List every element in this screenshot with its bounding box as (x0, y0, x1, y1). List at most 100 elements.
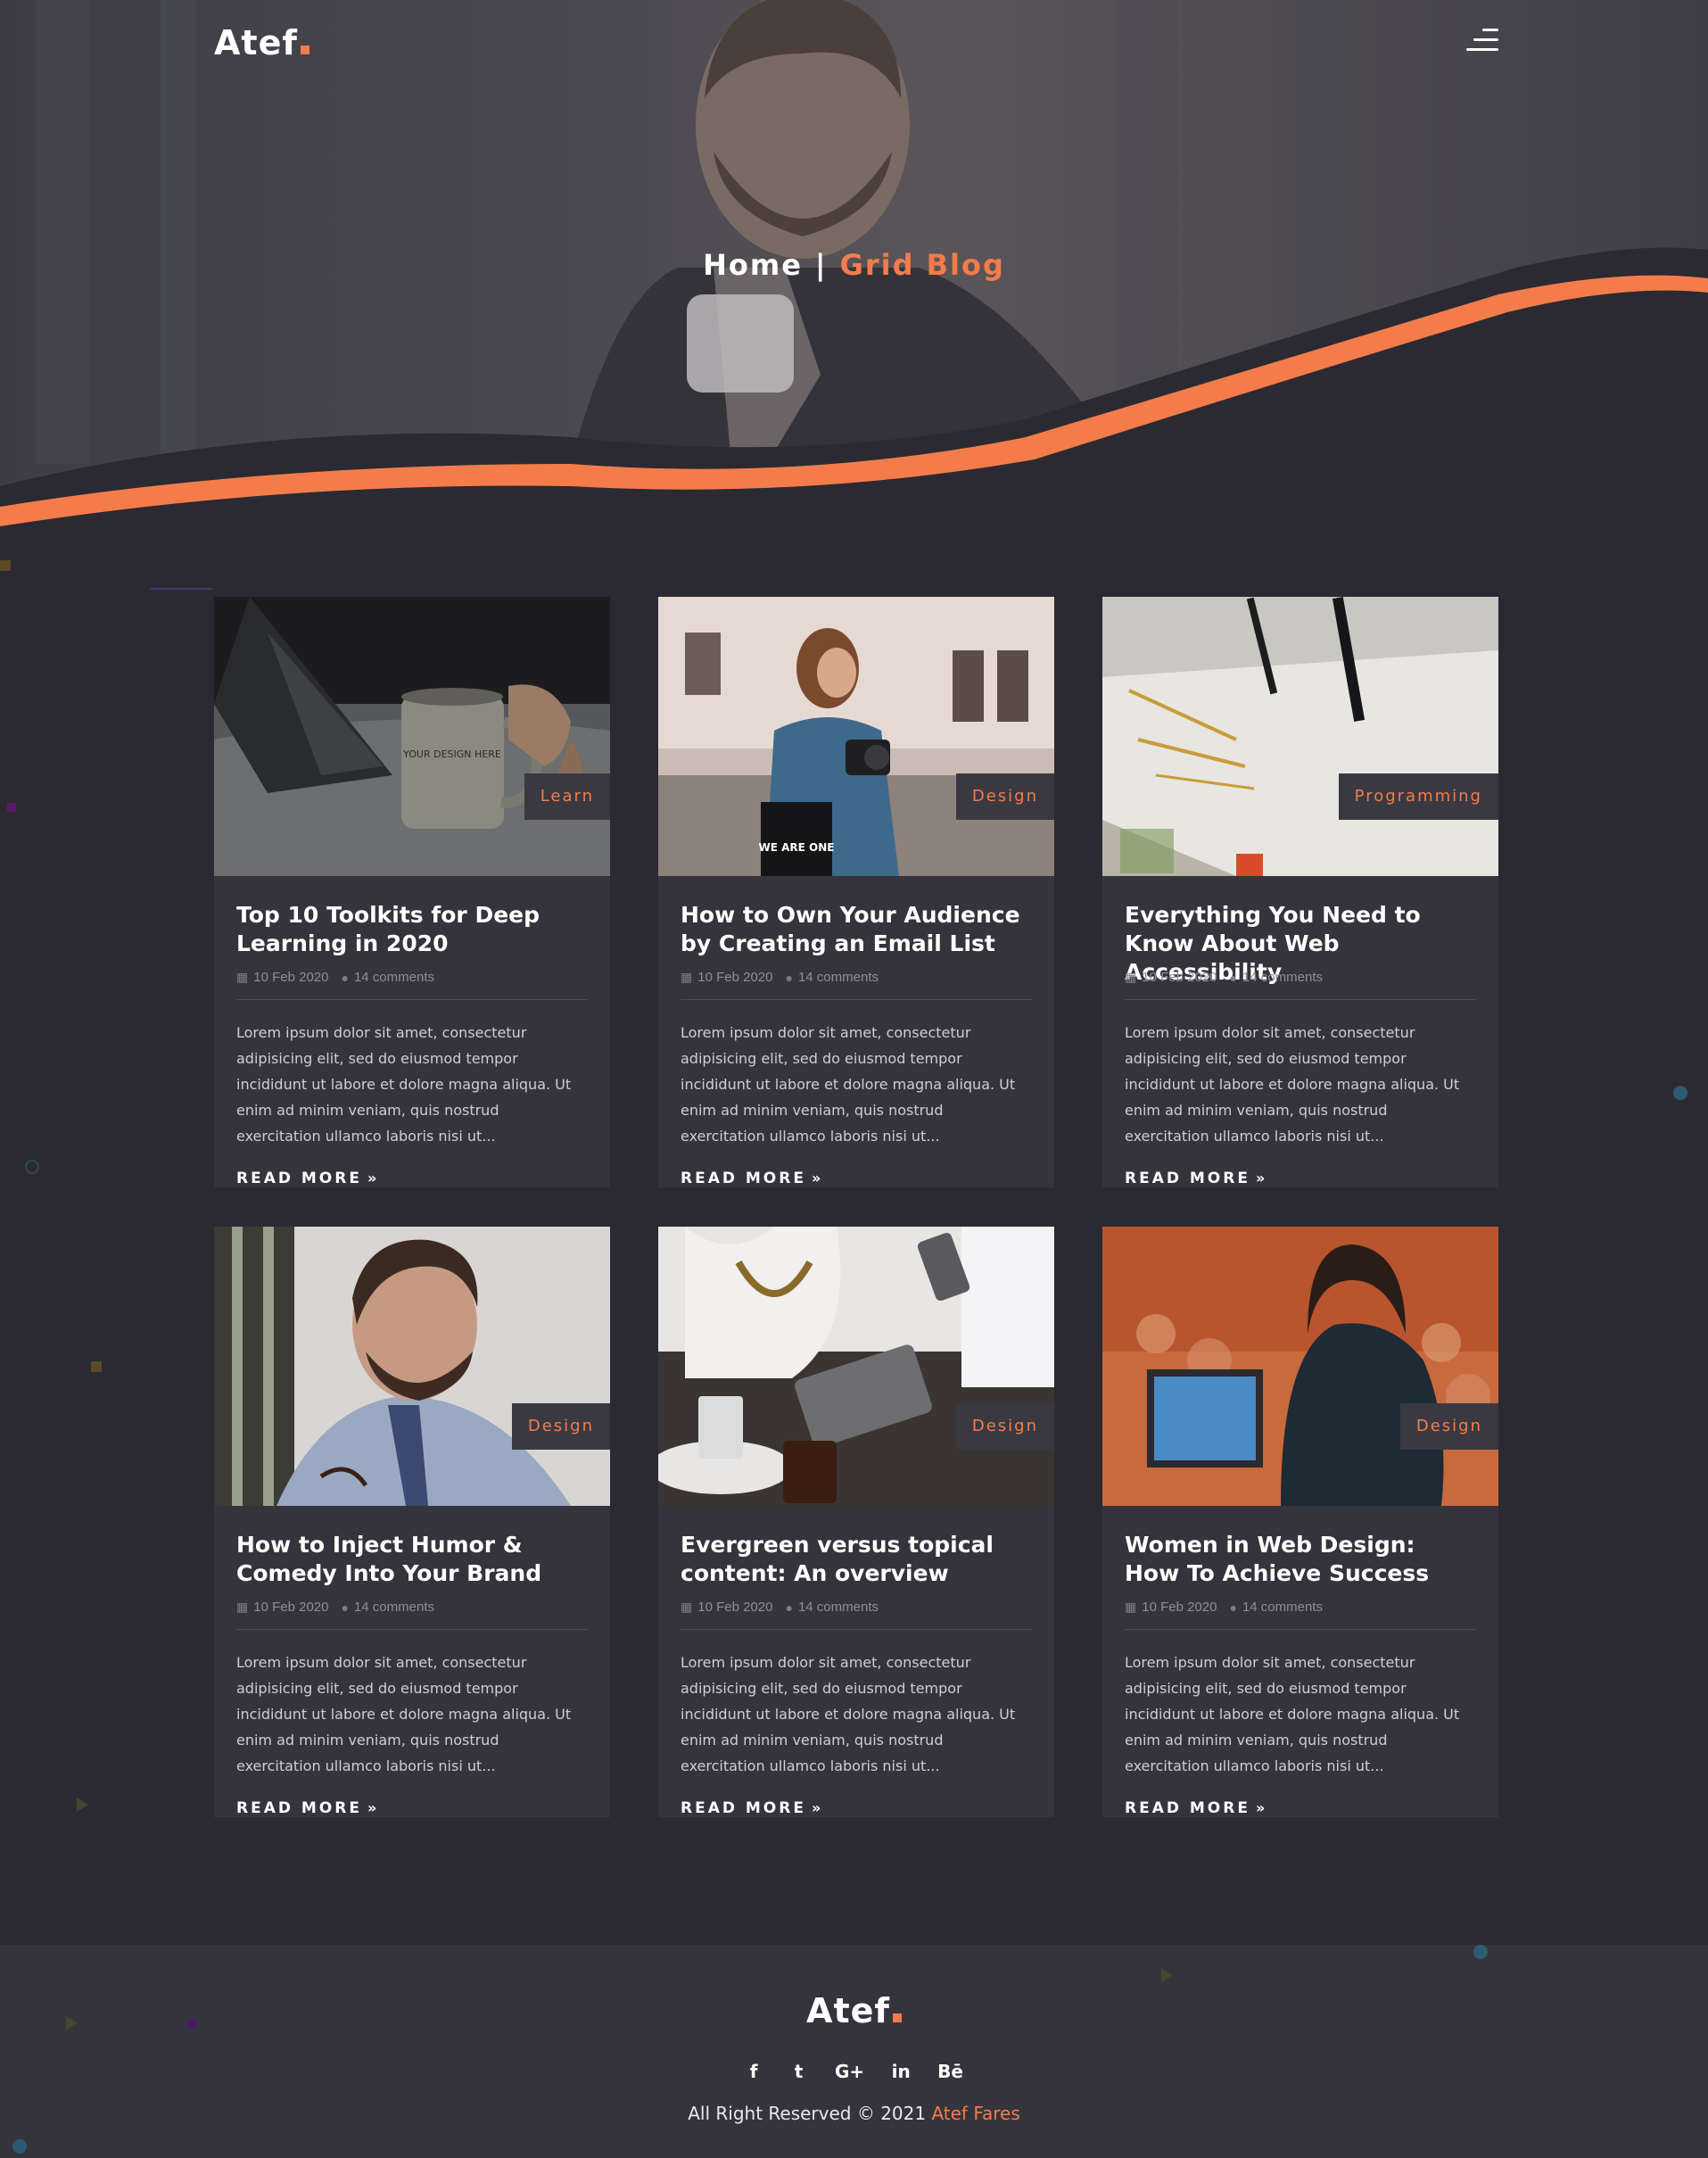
read-more-link[interactable]: READ MORE » (236, 1170, 379, 1187)
post-title[interactable]: Evergreen versus topical content: An ove… (681, 1531, 1032, 1590)
footer-logo[interactable]: Atef (0, 1991, 1708, 2030)
calendar-icon: ▦ (236, 970, 249, 984)
breadcrumb-current: Grid Blog (839, 248, 1005, 282)
read-more-label: READ MORE (236, 1799, 362, 1817)
post-title[interactable]: Women in Web Design: How To Achieve Succ… (1125, 1531, 1476, 1590)
footer-logo-text: Atef (806, 1991, 890, 2030)
photographer-street-image: WE ARE ONE (658, 597, 1054, 876)
mug-print-text: YOUR DESIGN HERE (402, 748, 501, 760)
blog-grid: YOUR DESIGN HERE Learn Top 10 Toolkits f… (214, 597, 1498, 1817)
post-title[interactable]: Everything You Need to Know About Web Ac… (1125, 901, 1476, 985)
behance-icon[interactable]: Bē (937, 2061, 963, 2082)
post-excerpt: Lorem ipsum dolor sit amet, consectetur … (1125, 1024, 1460, 1145)
comments-icon: ● (785, 970, 793, 985)
hero-section: Atef Home | Grid Blog (0, 0, 1708, 535)
double-chevron-right-icon: » (367, 1170, 380, 1186)
blog-card-image[interactable]: YOUR DESIGN HERE Learn (214, 597, 610, 876)
linkedin-icon[interactable]: in (892, 2061, 911, 2082)
breadcrumb-separator: | (814, 248, 828, 282)
blog-card: YOUR DESIGN HERE Learn Top 10 Toolkits f… (214, 597, 610, 1187)
blog-card: Design Evergreen versus topical content:… (658, 1227, 1054, 1817)
blog-card: Design How to Inject Humor & Comedy Into… (214, 1227, 610, 1817)
category-tag[interactable]: Design (511, 1403, 610, 1450)
calendar-icon: ▦ (681, 970, 693, 984)
blog-card-image[interactable]: Design (1102, 1227, 1498, 1506)
logo[interactable]: Atef (214, 23, 309, 62)
comments-label: 14 comments (1242, 970, 1323, 985)
comments-label: 14 comments (797, 970, 879, 985)
post-title[interactable]: How to Inject Humor & Comedy Into Your B… (236, 1531, 588, 1590)
decorative-circle (12, 2139, 27, 2154)
comments-count[interactable]: ● 14 comments (341, 1600, 434, 1615)
post-title[interactable]: Top 10 Toolkits for Deep Learning in 202… (236, 901, 588, 960)
pens-paper-image (1102, 597, 1498, 876)
double-chevron-right-icon: » (1255, 1170, 1268, 1186)
facebook-icon[interactable]: f (745, 2061, 763, 2082)
post-meta: ▦ 10 Feb 2020 ● 14 comments (681, 970, 1032, 1000)
double-chevron-right-icon: » (367, 1799, 380, 1816)
blog-card-image[interactable]: WE ARE ONE Design (658, 597, 1054, 876)
comments-label: 14 comments (797, 1600, 879, 1615)
read-more-label: READ MORE (236, 1170, 362, 1187)
category-tag[interactable]: Programming (1338, 773, 1498, 820)
blog-card: WE ARE ONE Design How to Own Your Audien… (658, 597, 1054, 1187)
decorative-line (150, 588, 212, 590)
decorative-square (7, 803, 16, 812)
blog-card-image[interactable]: Design (658, 1227, 1054, 1506)
read-more-label: READ MORE (1125, 1170, 1250, 1187)
read-more-label: READ MORE (681, 1799, 806, 1817)
category-tag[interactable]: Learn (524, 773, 610, 820)
category-tag[interactable]: Design (1399, 1403, 1498, 1450)
decorative-triangle (1161, 1968, 1173, 1982)
menu-line (1482, 29, 1498, 31)
comments-label: 14 comments (1242, 1600, 1323, 1615)
decorative-square (91, 1361, 102, 1372)
author-link[interactable]: Atef Fares (931, 2103, 1019, 2124)
read-more-link[interactable]: READ MORE » (1125, 1799, 1267, 1817)
read-more-link[interactable]: READ MORE » (681, 1799, 823, 1817)
decorative-circle (1673, 1086, 1687, 1100)
post-date: 10 Feb 2020 (253, 1600, 329, 1615)
post-meta: ▦ 10 Feb 2020 ● 14 comments (236, 1600, 588, 1630)
category-tag[interactable]: Design (955, 1403, 1054, 1450)
breadcrumb-home-link[interactable]: Home (703, 248, 803, 282)
breadcrumb: Home | Grid Blog (0, 248, 1708, 282)
post-excerpt: Lorem ipsum dolor sit amet, consectetur … (681, 1024, 1016, 1145)
read-more-label: READ MORE (1125, 1799, 1250, 1817)
post-meta: ▦ 10 Feb 2020 ● 14 comments (681, 1600, 1032, 1630)
tote-print-text: WE ARE ONE (759, 841, 835, 854)
post-meta: ▦ 10 Feb 2020 ● 14 comments (1125, 1600, 1476, 1630)
read-more-link[interactable]: READ MORE » (681, 1170, 823, 1187)
comments-icon: ● (785, 1600, 793, 1615)
decorative-circle (25, 1160, 39, 1174)
blog-card-image[interactable]: Programming (1102, 597, 1498, 876)
hamburger-menu-icon[interactable] (1463, 29, 1498, 55)
read-more-link[interactable]: READ MORE » (236, 1799, 379, 1817)
read-more-link[interactable]: READ MORE » (1125, 1170, 1267, 1187)
category-tag[interactable]: Design (955, 773, 1054, 820)
copyright: All Right Reserved © 2021 Atef Fares (0, 2103, 1708, 2124)
comments-count[interactable]: ● 14 comments (785, 1600, 879, 1615)
comments-icon: ● (341, 1600, 349, 1615)
double-chevron-right-icon: » (1255, 1799, 1268, 1816)
calendar-icon: ▦ (1125, 970, 1137, 984)
calendar-icon: ▦ (236, 1600, 249, 1614)
comments-count[interactable]: ● 14 comments (1229, 1600, 1323, 1615)
blog-card: Design Women in Web Design: How To Achie… (1102, 1227, 1498, 1817)
google-plus-icon[interactable]: G+ (835, 2061, 864, 2082)
conference-speaker-image (1102, 1227, 1498, 1506)
read-more-label: READ MORE (681, 1170, 806, 1187)
businessman-portrait-image (214, 1227, 610, 1506)
logo-text: Atef (214, 23, 298, 62)
blog-card-image[interactable]: Design (214, 1227, 610, 1506)
comments-label: 14 comments (353, 1600, 434, 1615)
blog-card: Programming Everything You Need to Know … (1102, 597, 1498, 1187)
comments-count[interactable]: ● 14 comments (341, 970, 434, 985)
copyright-text: All Right Reserved © 2021 (688, 2103, 927, 2124)
comments-count[interactable]: ● 14 comments (785, 970, 879, 985)
comments-count[interactable]: ● 14 comments (1229, 970, 1323, 985)
logo-dot (892, 2013, 902, 2022)
twitter-icon[interactable]: t (790, 2061, 808, 2082)
post-title[interactable]: How to Own Your Audience by Creating an … (681, 901, 1032, 960)
double-chevron-right-icon: » (811, 1170, 824, 1186)
